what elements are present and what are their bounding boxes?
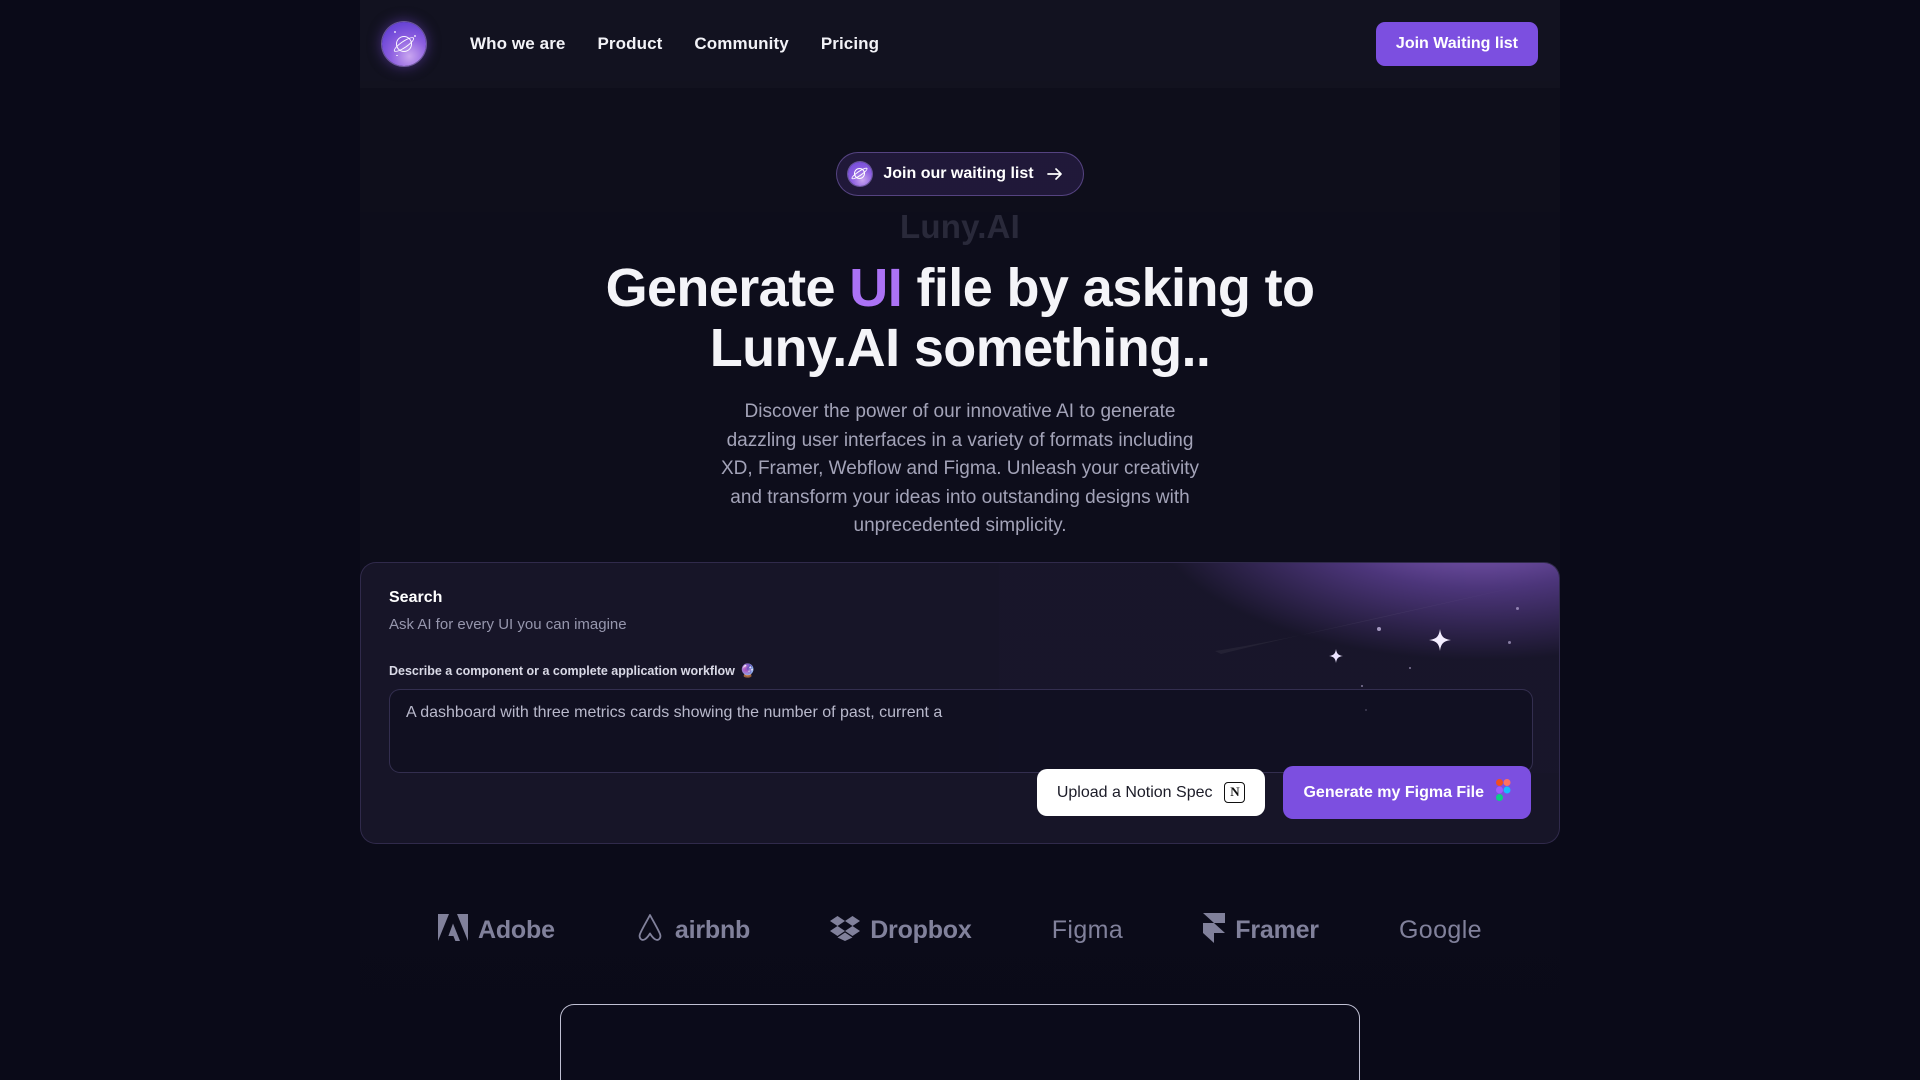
nav-links: Who we are Product Community Pricing — [470, 34, 879, 54]
brand-adobe: Adobe — [438, 914, 555, 946]
luny-planet-logo-icon[interactable] — [382, 22, 426, 66]
generate-figma-file-label: Generate my Figma File — [1303, 783, 1484, 801]
search-card-content: Search Ask AI for every UI you can imagi… — [361, 563, 1559, 778]
prompt-textarea[interactable] — [389, 689, 1533, 773]
airbnb-icon — [635, 913, 665, 948]
upload-notion-spec-button[interactable]: Upload a Notion Spec N — [1036, 769, 1266, 816]
upload-notion-spec-label: Upload a Notion Spec — [1056, 783, 1213, 801]
planet-glyph — [392, 33, 416, 55]
figma-icon — [1496, 779, 1511, 806]
adobe-icon — [438, 914, 468, 946]
headline-part-1: Generate — [605, 258, 850, 318]
crystal-ball-icon: 🔮 — [739, 663, 757, 678]
search-card: Search Ask AI for every UI you can imagi… — [360, 562, 1560, 844]
framer-icon — [1203, 912, 1226, 948]
headline-part-2: file by asking to — [902, 258, 1316, 318]
google-wordmark-icon: Google — [1398, 915, 1482, 944]
nav-link-pricing[interactable]: Pricing — [821, 34, 879, 54]
generate-figma-file-button[interactable]: Generate my Figma File — [1283, 766, 1531, 819]
dropbox-icon — [830, 915, 861, 946]
prompt-field-label-text: Describe a component or a complete appli… — [389, 664, 735, 678]
brand-google: Google — [1399, 916, 1482, 945]
brand-framer: Framer — [1203, 912, 1319, 948]
brand-airbnb: airbnb — [635, 913, 750, 948]
join-waiting-list-button[interactable]: Join Waiting list — [1375, 22, 1538, 66]
notion-icon: N — [1224, 782, 1246, 803]
waiting-list-pill-wrapper: Join our waiting list — [0, 152, 1920, 196]
luny-ai-watermark: Luny.AI — [900, 208, 1020, 245]
page-root: Who we are Product Community Pricing Joi… — [0, 0, 1920, 1080]
join-our-waiting-list-pill[interactable]: Join our waiting list — [836, 152, 1084, 196]
luny-planet-badge-icon — [848, 162, 873, 186]
arrow-right-icon — [1045, 164, 1065, 184]
nav-link-product[interactable]: Product — [597, 34, 662, 54]
headline-line-2: Luny.AI something.. — [709, 318, 1211, 379]
figma-wordmark-icon: Figma — [1051, 915, 1124, 944]
brand-dropbox-label: Dropbox — [870, 915, 972, 944]
search-card-title: Search — [389, 589, 443, 606]
brand-airbnb-label: airbnb — [674, 915, 751, 944]
nav-link-who-we-are[interactable]: Who we are — [470, 34, 565, 54]
search-card-actions: Upload a Notion Spec N Generate my Figma… — [1036, 766, 1531, 819]
brand-framer-label: Framer — [1235, 915, 1319, 944]
page-title: Generate UI file by asking to Luny.AI so… — [0, 258, 1920, 379]
headline-accent-ui: UI — [849, 258, 903, 318]
brand-logo-strip: Adobe airbnb Dropbox Figma Framer Google — [360, 880, 1560, 980]
brand-adobe-label: Adobe — [478, 915, 555, 944]
navbar: Who we are Product Community Pricing Joi… — [360, 0, 1560, 88]
nav-link-community[interactable]: Community — [694, 34, 788, 54]
preview-panel — [560, 1004, 1360, 1080]
pill-label: Join our waiting list — [883, 165, 1034, 182]
hero-description: Discover the power of our innovative AI … — [721, 401, 1199, 536]
brand-figma: Figma — [1052, 916, 1123, 945]
brand-dropbox: Dropbox — [830, 915, 972, 946]
prompt-field-label: Describe a component or a complete appli… — [389, 663, 1531, 679]
search-card-subtitle: Ask AI for every UI you can imagine — [389, 616, 627, 633]
